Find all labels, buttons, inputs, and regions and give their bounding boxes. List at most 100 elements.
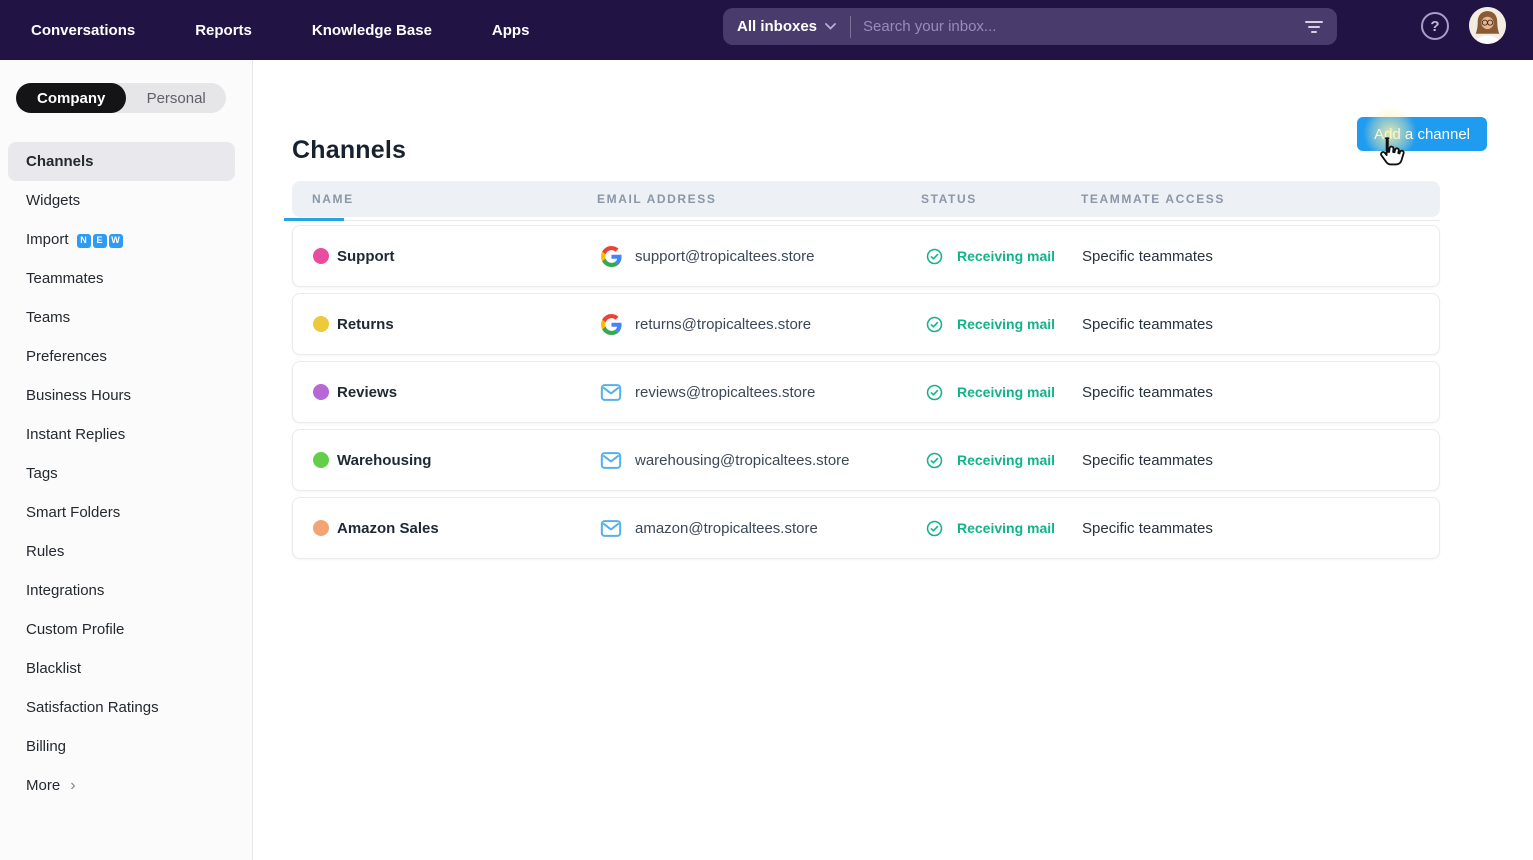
sidebar-item-label: Teams — [26, 309, 70, 326]
envelope-icon — [600, 451, 622, 470]
email-cell: reviews@tropicaltees.store — [598, 381, 922, 403]
status-text: Receiving mail — [957, 452, 1055, 468]
channel-row-amazon-sales[interactable]: Amazon Salesamazon@tropicaltees.storeRec… — [292, 497, 1440, 559]
channel-row-returns[interactable]: Returnsreturns@tropicaltees.storeReceivi… — [292, 293, 1440, 355]
nav-item-knowledge-base[interactable]: Knowledge Base — [312, 22, 432, 39]
avatar[interactable] — [1469, 7, 1506, 44]
sidebar-item-blacklist[interactable]: Blacklist — [0, 649, 253, 688]
teammate-access-text: Specific teammates — [1082, 384, 1213, 401]
channel-name: Support — [337, 248, 395, 265]
sidebar-item-label: Satisfaction Ratings — [26, 699, 159, 716]
channel-name: Warehousing — [337, 452, 431, 469]
teammate-access-text: Specific teammates — [1082, 316, 1213, 333]
google-icon — [601, 246, 622, 267]
access-cell: Specific teammates — [1082, 384, 1441, 401]
access-cell: Specific teammates — [1082, 248, 1441, 265]
check-circle-icon — [926, 248, 943, 265]
sidebar-item-channels[interactable]: Channels — [8, 142, 235, 181]
envelope-icon — [600, 381, 622, 403]
channels-table: NAME EMAIL ADDRESS STATUS TEAMMATE ACCES… — [292, 181, 1440, 565]
envelope-icon — [600, 517, 622, 539]
email-address: support@tropicaltees.store — [635, 248, 814, 265]
sidebar-item-integrations[interactable]: Integrations — [0, 571, 253, 610]
sidebar-item-label: Smart Folders — [26, 504, 120, 521]
question-mark: ? — [1430, 18, 1439, 35]
status-cell: Receiving mail — [922, 316, 1082, 333]
nav-item-reports[interactable]: Reports — [195, 22, 252, 39]
sidebar-item-smart-folders[interactable]: Smart Folders — [0, 493, 253, 532]
check-circle-icon — [926, 452, 950, 469]
sidebar-item-custom-profile[interactable]: Custom Profile — [0, 610, 253, 649]
sidebar-item-teams[interactable]: Teams — [0, 298, 253, 337]
sidebar-item-preferences[interactable]: Preferences — [0, 337, 253, 376]
check-circle-icon — [926, 384, 950, 401]
filter-icon[interactable] — [1305, 20, 1323, 34]
help-icon[interactable]: ? — [1421, 12, 1449, 40]
check-circle-icon — [926, 248, 950, 265]
status-cell: Receiving mail — [922, 384, 1082, 401]
status-cell: Receiving mail — [922, 248, 1082, 265]
channel-row-warehousing[interactable]: Warehousing warehousing@tropicaltees.stor… — [292, 429, 1440, 491]
sidebar-item-label: Rules — [26, 543, 64, 560]
channel-color-dot — [313, 248, 329, 264]
name-cell: Warehousing — [293, 452, 598, 469]
name-cell: Reviews — [293, 384, 598, 401]
sidebar-item-business-hours[interactable]: Business Hours — [0, 376, 253, 415]
name-cell: Amazon Sales — [293, 520, 598, 537]
inbox-search-bar[interactable]: All inboxes — [723, 8, 1337, 45]
teammate-access-text: Specific teammates — [1082, 520, 1213, 537]
check-circle-icon — [926, 384, 943, 401]
sidebar-item-rules[interactable]: Rules — [0, 532, 253, 571]
chevron-right-icon: › — [70, 777, 75, 794]
email-cell: amazon@tropicaltees.store — [598, 517, 922, 539]
channel-row-reviews[interactable]: Reviewsreviews@tropicaltees.storeReceivi… — [292, 361, 1440, 423]
check-circle-icon — [926, 452, 943, 469]
sidebar-item-label: Import — [26, 231, 69, 248]
column-email-address: EMAIL ADDRESS — [597, 192, 921, 206]
search-input[interactable] — [863, 18, 1297, 35]
check-circle-icon — [926, 520, 950, 537]
access-cell: Specific teammates — [1082, 316, 1441, 333]
inbox-scope-dropdown[interactable]: All inboxes — [737, 18, 836, 35]
avatar-image — [1469, 7, 1506, 44]
sidebar-item-tags[interactable]: Tags — [0, 454, 253, 493]
sidebar-item-widgets[interactable]: Widgets — [0, 181, 253, 220]
nav-item-conversations[interactable]: Conversations — [31, 22, 135, 39]
teammate-access-text: Specific teammates — [1082, 452, 1213, 469]
sidebar-item-import[interactable]: ImportNEW — [0, 220, 253, 259]
channel-name: Amazon Sales — [337, 520, 439, 537]
google-icon — [600, 313, 622, 335]
add-channel-button[interactable]: Add a channel — [1357, 117, 1487, 151]
channel-color-dot — [313, 452, 329, 468]
sidebar-item-label: Custom Profile — [26, 621, 124, 638]
toggle-company[interactable]: Company — [16, 83, 126, 113]
nav-item-apps[interactable]: Apps — [492, 22, 530, 39]
sidebar-item-satisfaction-ratings[interactable]: Satisfaction Ratings — [0, 688, 253, 727]
google-icon — [601, 314, 622, 335]
sidebar-item-label: Preferences — [26, 348, 107, 365]
check-circle-icon — [926, 316, 943, 333]
channel-row-support[interactable]: Support support@tropicaltees.store Receivi… — [292, 225, 1440, 287]
status-text: Receiving mail — [957, 316, 1055, 332]
sidebar-item-label: Tags — [26, 465, 58, 482]
sidebar-item-billing[interactable]: Billing — [0, 727, 253, 766]
status-text: Receiving mail — [957, 248, 1055, 264]
sidebar-item-more[interactable]: More› — [0, 766, 253, 805]
table-rows: Support support@tropicaltees.store Receivi… — [292, 225, 1440, 559]
email-address: warehousing@tropicaltees.store — [635, 452, 850, 469]
chevron-down-icon — [825, 23, 836, 30]
main-content: Channels Email Chat & social Add a chann… — [253, 60, 1533, 860]
sidebar-item-instant-replies[interactable]: Instant Replies — [0, 415, 253, 454]
sidebar-item-label: Instant Replies — [26, 426, 125, 443]
name-cell: Support — [293, 248, 598, 265]
divider — [850, 16, 851, 38]
toggle-personal[interactable]: Personal — [126, 83, 226, 113]
check-circle-icon — [926, 316, 950, 333]
email-cell: support@tropicaltees.store — [598, 245, 922, 267]
channel-color-dot — [313, 520, 329, 536]
envelope-icon — [600, 449, 622, 471]
sidebar-item-label: Billing — [26, 738, 66, 755]
sidebar-item-teammates[interactable]: Teammates — [0, 259, 253, 298]
google-icon — [600, 245, 622, 267]
sidebar-item-label: Channels — [26, 153, 94, 170]
